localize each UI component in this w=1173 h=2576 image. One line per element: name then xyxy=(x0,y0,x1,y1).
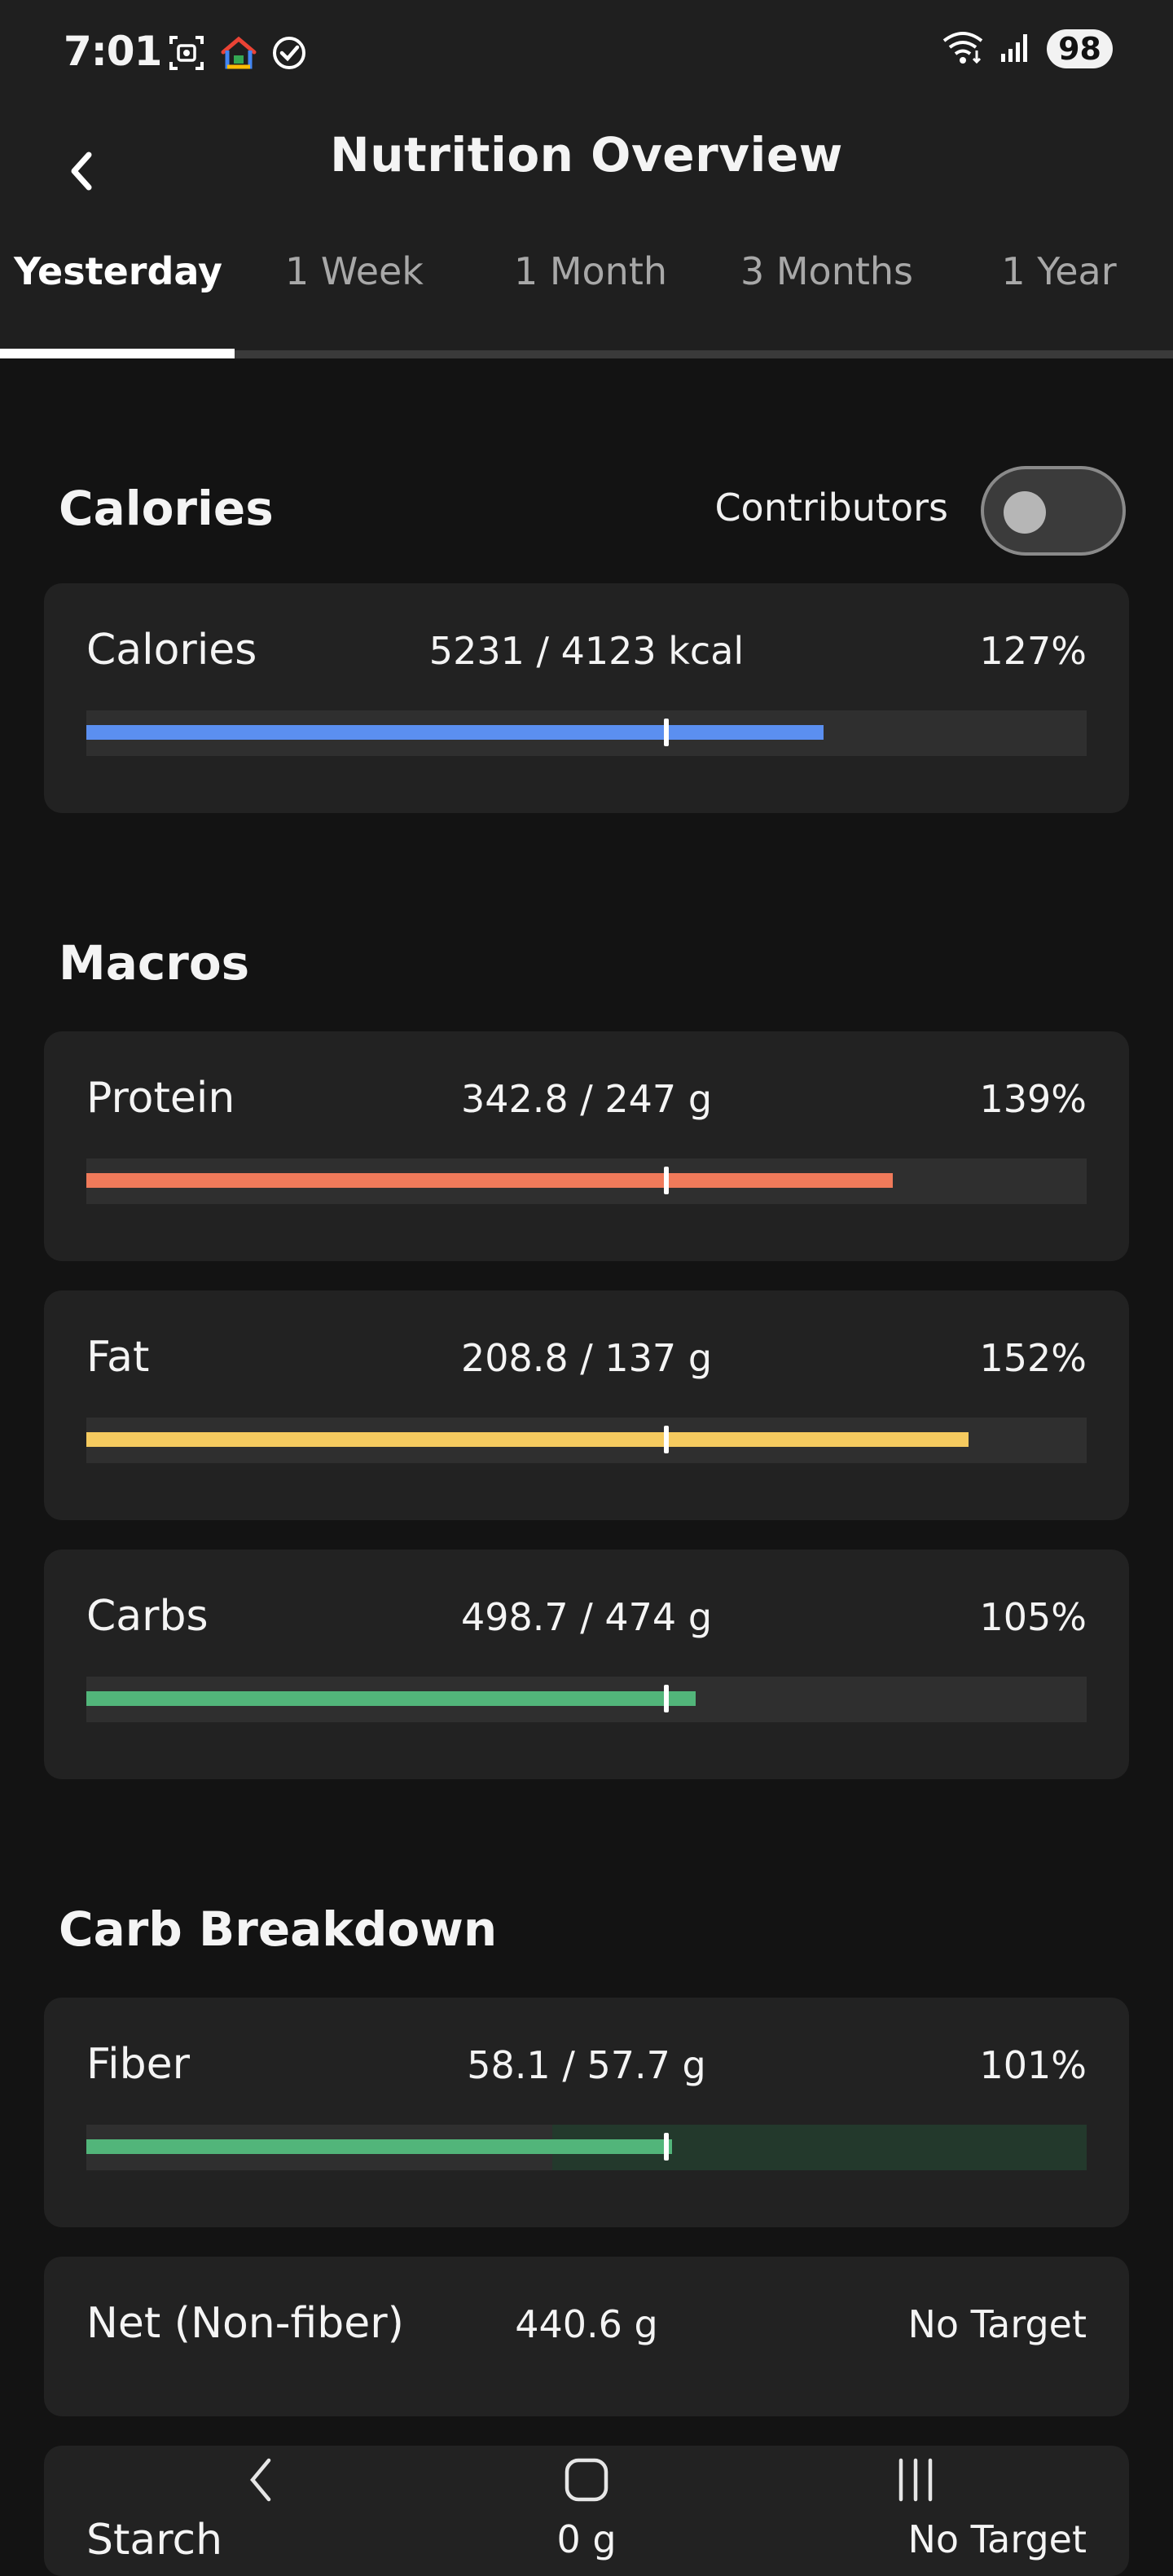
home-nav-icon xyxy=(565,2458,608,2502)
progress-track xyxy=(86,1158,1087,1204)
progress-track xyxy=(86,1677,1087,1722)
tab-yesterday[interactable]: Yesterday xyxy=(0,249,236,293)
net-carbs-card[interactable]: Net (Non-fiber) 440.6 g No Target xyxy=(44,2257,1129,2416)
progress-fill xyxy=(86,1432,969,1447)
back-button[interactable] xyxy=(52,130,109,212)
progress-fill xyxy=(86,1173,893,1188)
battery-icon: 98 xyxy=(1047,29,1113,68)
contributors-toggle[interactable] xyxy=(981,466,1126,556)
progress-track xyxy=(86,710,1087,756)
signal-icon xyxy=(999,31,1032,67)
progress-track xyxy=(86,2125,1087,2170)
nutrient-percent: 101% xyxy=(979,2043,1087,2087)
nav-back-button[interactable] xyxy=(212,2431,310,2529)
screenshot-icon xyxy=(166,33,207,77)
calories-section-title: Calories xyxy=(59,481,274,536)
fiber-card[interactable]: Fiber 58.1 / 57.7 g 101% xyxy=(44,1998,1129,2227)
target-marker xyxy=(664,1167,670,1194)
contributors-label: Contributors xyxy=(714,486,948,530)
recents-nav-icon xyxy=(898,2458,933,2502)
status-icons-left xyxy=(166,33,308,77)
nav-recents-button[interactable] xyxy=(867,2431,964,2529)
fat-card[interactable]: Fat 208.8 / 137 g 152% xyxy=(44,1290,1129,1520)
progress-track xyxy=(86,1418,1087,1463)
wifi-icon xyxy=(941,29,985,68)
tab-1-year[interactable]: 1 Year xyxy=(941,249,1173,293)
target-marker xyxy=(664,719,670,746)
target-marker xyxy=(664,1426,670,1453)
nav-home-button[interactable] xyxy=(538,2431,635,2529)
nutrient-percent: 105% xyxy=(979,1595,1087,1639)
protein-card[interactable]: Protein 342.8 / 247 g 139% xyxy=(44,1031,1129,1261)
app-header: Nutrition Overview xyxy=(0,114,1173,228)
nutrient-percent: 152% xyxy=(979,1336,1087,1380)
status-icons-right: 98 xyxy=(941,29,1113,68)
tab-3-months[interactable]: 3 Months xyxy=(709,249,945,293)
carbs-card[interactable]: Carbs 498.7 / 474 g 105% xyxy=(44,1550,1129,1779)
nutrient-percent: 139% xyxy=(979,1077,1087,1121)
nutrient-target-status: No Target xyxy=(907,2302,1087,2346)
progress-fill xyxy=(86,725,824,740)
status-time: 7:01 xyxy=(64,28,162,75)
nutrient-amount: 5231 / 4123 kcal xyxy=(428,629,745,673)
tab-1-week[interactable]: 1 Week xyxy=(236,249,472,293)
target-marker xyxy=(664,2133,670,2161)
nutrient-percent: 127% xyxy=(979,629,1087,673)
nutrient-amount: 208.8 / 137 g xyxy=(460,1336,713,1380)
nutrient-amount: 498.7 / 474 g xyxy=(460,1595,713,1639)
calories-card[interactable]: Calories 5231 / 4123 kcal 127% xyxy=(44,583,1129,813)
toggle-knob xyxy=(1004,491,1046,534)
period-tabs: Yesterday 1 Week 1 Month 3 Months 1 Year xyxy=(0,228,1173,358)
macros-section-title: Macros xyxy=(59,935,250,991)
nutrient-amount: 58.1 / 57.7 g xyxy=(467,2043,706,2087)
target-marker xyxy=(664,1685,670,1712)
system-nav-bar xyxy=(0,2411,1173,2542)
progress-fill xyxy=(86,1691,696,1706)
nutrient-amount: 342.8 / 247 g xyxy=(460,1077,713,1121)
carb-breakdown-section-title: Carb Breakdown xyxy=(59,1901,498,1957)
back-nav-icon xyxy=(250,2458,271,2502)
page-title: Nutrition Overview xyxy=(330,127,843,182)
tab-indicator xyxy=(0,349,235,358)
progress-fill xyxy=(86,2139,673,2154)
chevron-left-icon xyxy=(71,152,92,191)
check-circle-icon xyxy=(270,34,308,75)
status-bar: 7:01 98 xyxy=(0,0,1173,114)
tab-1-month[interactable]: 1 Month xyxy=(472,249,709,293)
home-app-icon xyxy=(220,34,257,75)
